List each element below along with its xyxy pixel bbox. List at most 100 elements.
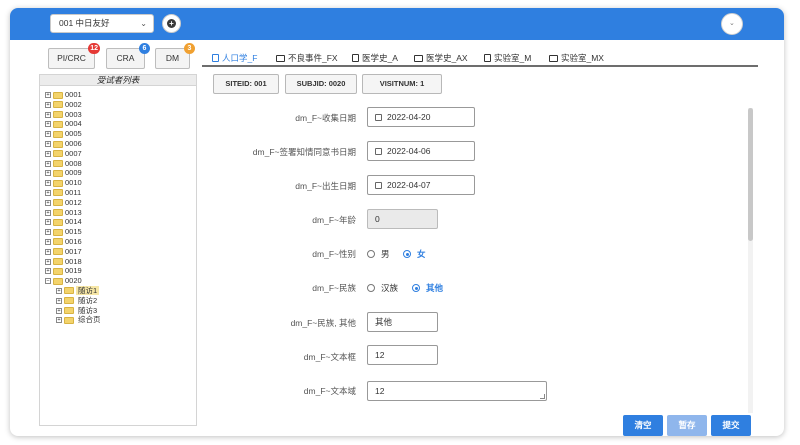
tree-item-subject[interactable]: +0014	[45, 217, 196, 227]
expand-icon[interactable]: +	[45, 180, 51, 187]
folder-icon	[53, 199, 63, 207]
gender-option-female[interactable]: 女	[403, 248, 426, 260]
tree-item-subject[interactable]: +0016	[45, 237, 196, 247]
tree-item-subject[interactable]: +0019	[45, 266, 196, 276]
tree-item-subject[interactable]: +0011	[45, 188, 196, 198]
expand-icon[interactable]: +	[45, 268, 51, 275]
add-project-button[interactable]: +	[162, 14, 181, 33]
expand-icon[interactable]: +	[45, 229, 51, 236]
tree-item-subject[interactable]: +0015	[45, 227, 196, 237]
tree-item-subject[interactable]: +0001	[45, 90, 196, 100]
folder-icon	[53, 189, 63, 197]
tree-item-subject[interactable]: +0006	[45, 139, 196, 149]
textbox-input[interactable]: 12	[367, 345, 438, 365]
expand-icon[interactable]: +	[56, 297, 62, 304]
subjid-button[interactable]: SUBJID: 0020	[285, 74, 357, 94]
folder-icon	[53, 91, 63, 99]
clear-button[interactable]: 清空	[623, 415, 663, 436]
folder-icon	[414, 55, 423, 62]
tree-item-visit[interactable]: + 随访1	[45, 285, 196, 296]
textbox-label: dm_F~文本框	[303, 352, 356, 362]
tree-item-label: 0018	[65, 256, 82, 266]
expand-icon[interactable]: +	[45, 170, 51, 177]
tree-item-label: 随访3	[78, 305, 98, 315]
role-button-label: DM	[165, 53, 180, 63]
collapse-icon[interactable]: −	[45, 278, 51, 285]
siteid-button[interactable]: SITEID: 001	[213, 74, 279, 94]
tree-item-subject[interactable]: +0004	[45, 119, 196, 129]
expand-icon[interactable]: +	[45, 92, 51, 99]
expand-icon[interactable]: +	[45, 131, 51, 138]
expand-icon[interactable]: +	[45, 121, 51, 128]
tree-item-subject[interactable]: +0005	[45, 129, 196, 139]
expand-icon[interactable]: +	[45, 150, 51, 157]
tree-item-visit[interactable]: + 随访3	[45, 306, 196, 316]
expand-icon[interactable]: +	[45, 141, 51, 147]
tab-medical-history-ax[interactable]: 医学史_AX	[414, 52, 468, 64]
project-select[interactable]: 001 中日友好 ⌄	[50, 14, 154, 33]
tree-item-subject[interactable]: +0007	[45, 149, 196, 159]
role-button-pi-crc[interactable]: PI/CRC 12	[48, 43, 100, 69]
tree-item-subject[interactable]: − 0020	[45, 276, 196, 286]
ethnicity-label: dm_F~民族	[312, 283, 356, 293]
ethnicity-option-other[interactable]: 其他	[412, 282, 443, 294]
role-button-cra[interactable]: CRA 6	[106, 43, 150, 69]
notification-badge: 3	[184, 43, 195, 54]
radio-label: 其他	[426, 283, 444, 293]
tree-item-visit[interactable]: + 综合页	[45, 315, 196, 325]
resize-handle-icon[interactable]	[540, 394, 545, 399]
expand-icon[interactable]: +	[45, 101, 51, 108]
submit-button[interactable]: 提交	[711, 415, 751, 436]
role-button-label: PI/CRC	[57, 53, 86, 63]
expand-icon[interactable]: +	[56, 317, 62, 324]
tree-item-subject[interactable]: +0002	[45, 100, 196, 110]
role-button-dm[interactable]: DM 3	[155, 43, 195, 69]
tab-laboratory-mx[interactable]: 实验室_MX	[549, 52, 604, 64]
birth-date-input[interactable]: 2022-04-07	[367, 175, 475, 195]
collect-date-input[interactable]: 2022-04-20	[367, 107, 475, 127]
expand-icon[interactable]: +	[45, 258, 51, 265]
textarea-input[interactable]: 12	[367, 381, 547, 401]
ethnicity-option-han[interactable]: 汉族	[367, 282, 398, 294]
tab-label: 不良事件_FX	[288, 53, 338, 63]
tree-item-subject[interactable]: +0008	[45, 159, 196, 169]
calendar-icon	[375, 148, 382, 155]
tab-medical-history-a[interactable]: 医学史_A	[352, 52, 398, 64]
save-draft-button[interactable]: 暂存	[667, 415, 707, 436]
expand-icon[interactable]: +	[45, 111, 51, 118]
tree-item-subject[interactable]: +0012	[45, 198, 196, 208]
tree-item-visit[interactable]: + 随访2	[45, 296, 196, 306]
tree-item-subject[interactable]: +0010	[45, 178, 196, 188]
radio-checked-icon	[412, 284, 420, 292]
expand-icon[interactable]: +	[45, 238, 51, 245]
tree-item-subject[interactable]: +0009	[45, 168, 196, 178]
visitnum-button[interactable]: VISITNUM: 1	[362, 74, 442, 94]
expand-icon[interactable]: +	[45, 209, 51, 216]
expand-icon[interactable]: +	[45, 199, 51, 206]
consent-date-input[interactable]: 2022-04-06	[367, 141, 475, 161]
expand-icon[interactable]: +	[45, 219, 51, 226]
expand-icon[interactable]: +	[45, 248, 51, 255]
form-scrollbar[interactable]	[748, 108, 753, 413]
tree-item-label: 0019	[65, 266, 82, 276]
tree-item-subject[interactable]: +0018	[45, 257, 196, 267]
plus-icon: +	[167, 19, 176, 28]
tab-laboratory-m[interactable]: 实验室_M	[484, 52, 531, 64]
gender-option-male[interactable]: 男	[367, 248, 390, 260]
expand-icon[interactable]: +	[45, 189, 51, 196]
radio-label: 女	[417, 249, 426, 259]
expand-icon[interactable]: +	[56, 307, 62, 314]
folder-icon	[53, 120, 63, 128]
tab-demographics-f[interactable]: 人口学_F	[212, 52, 257, 64]
expand-icon[interactable]: +	[56, 287, 62, 294]
ethnicity-other-input[interactable]: 其他	[367, 312, 438, 332]
tab-adverse-events-fx[interactable]: 不良事件_FX	[276, 52, 338, 64]
user-menu-button[interactable]: ⌄	[721, 13, 743, 35]
folder-icon	[53, 150, 63, 158]
tree-item-subject[interactable]: +0003	[45, 110, 196, 120]
tree-item-subject[interactable]: +0017	[45, 247, 196, 257]
scrollbar-thumb[interactable]	[748, 108, 753, 241]
subject-tree: +0001 +0002 +0003 +0004 +0005 +0006 +0007 +0008…	[40, 86, 196, 325]
tree-item-subject[interactable]: +0013	[45, 208, 196, 218]
expand-icon[interactable]: +	[45, 160, 51, 167]
